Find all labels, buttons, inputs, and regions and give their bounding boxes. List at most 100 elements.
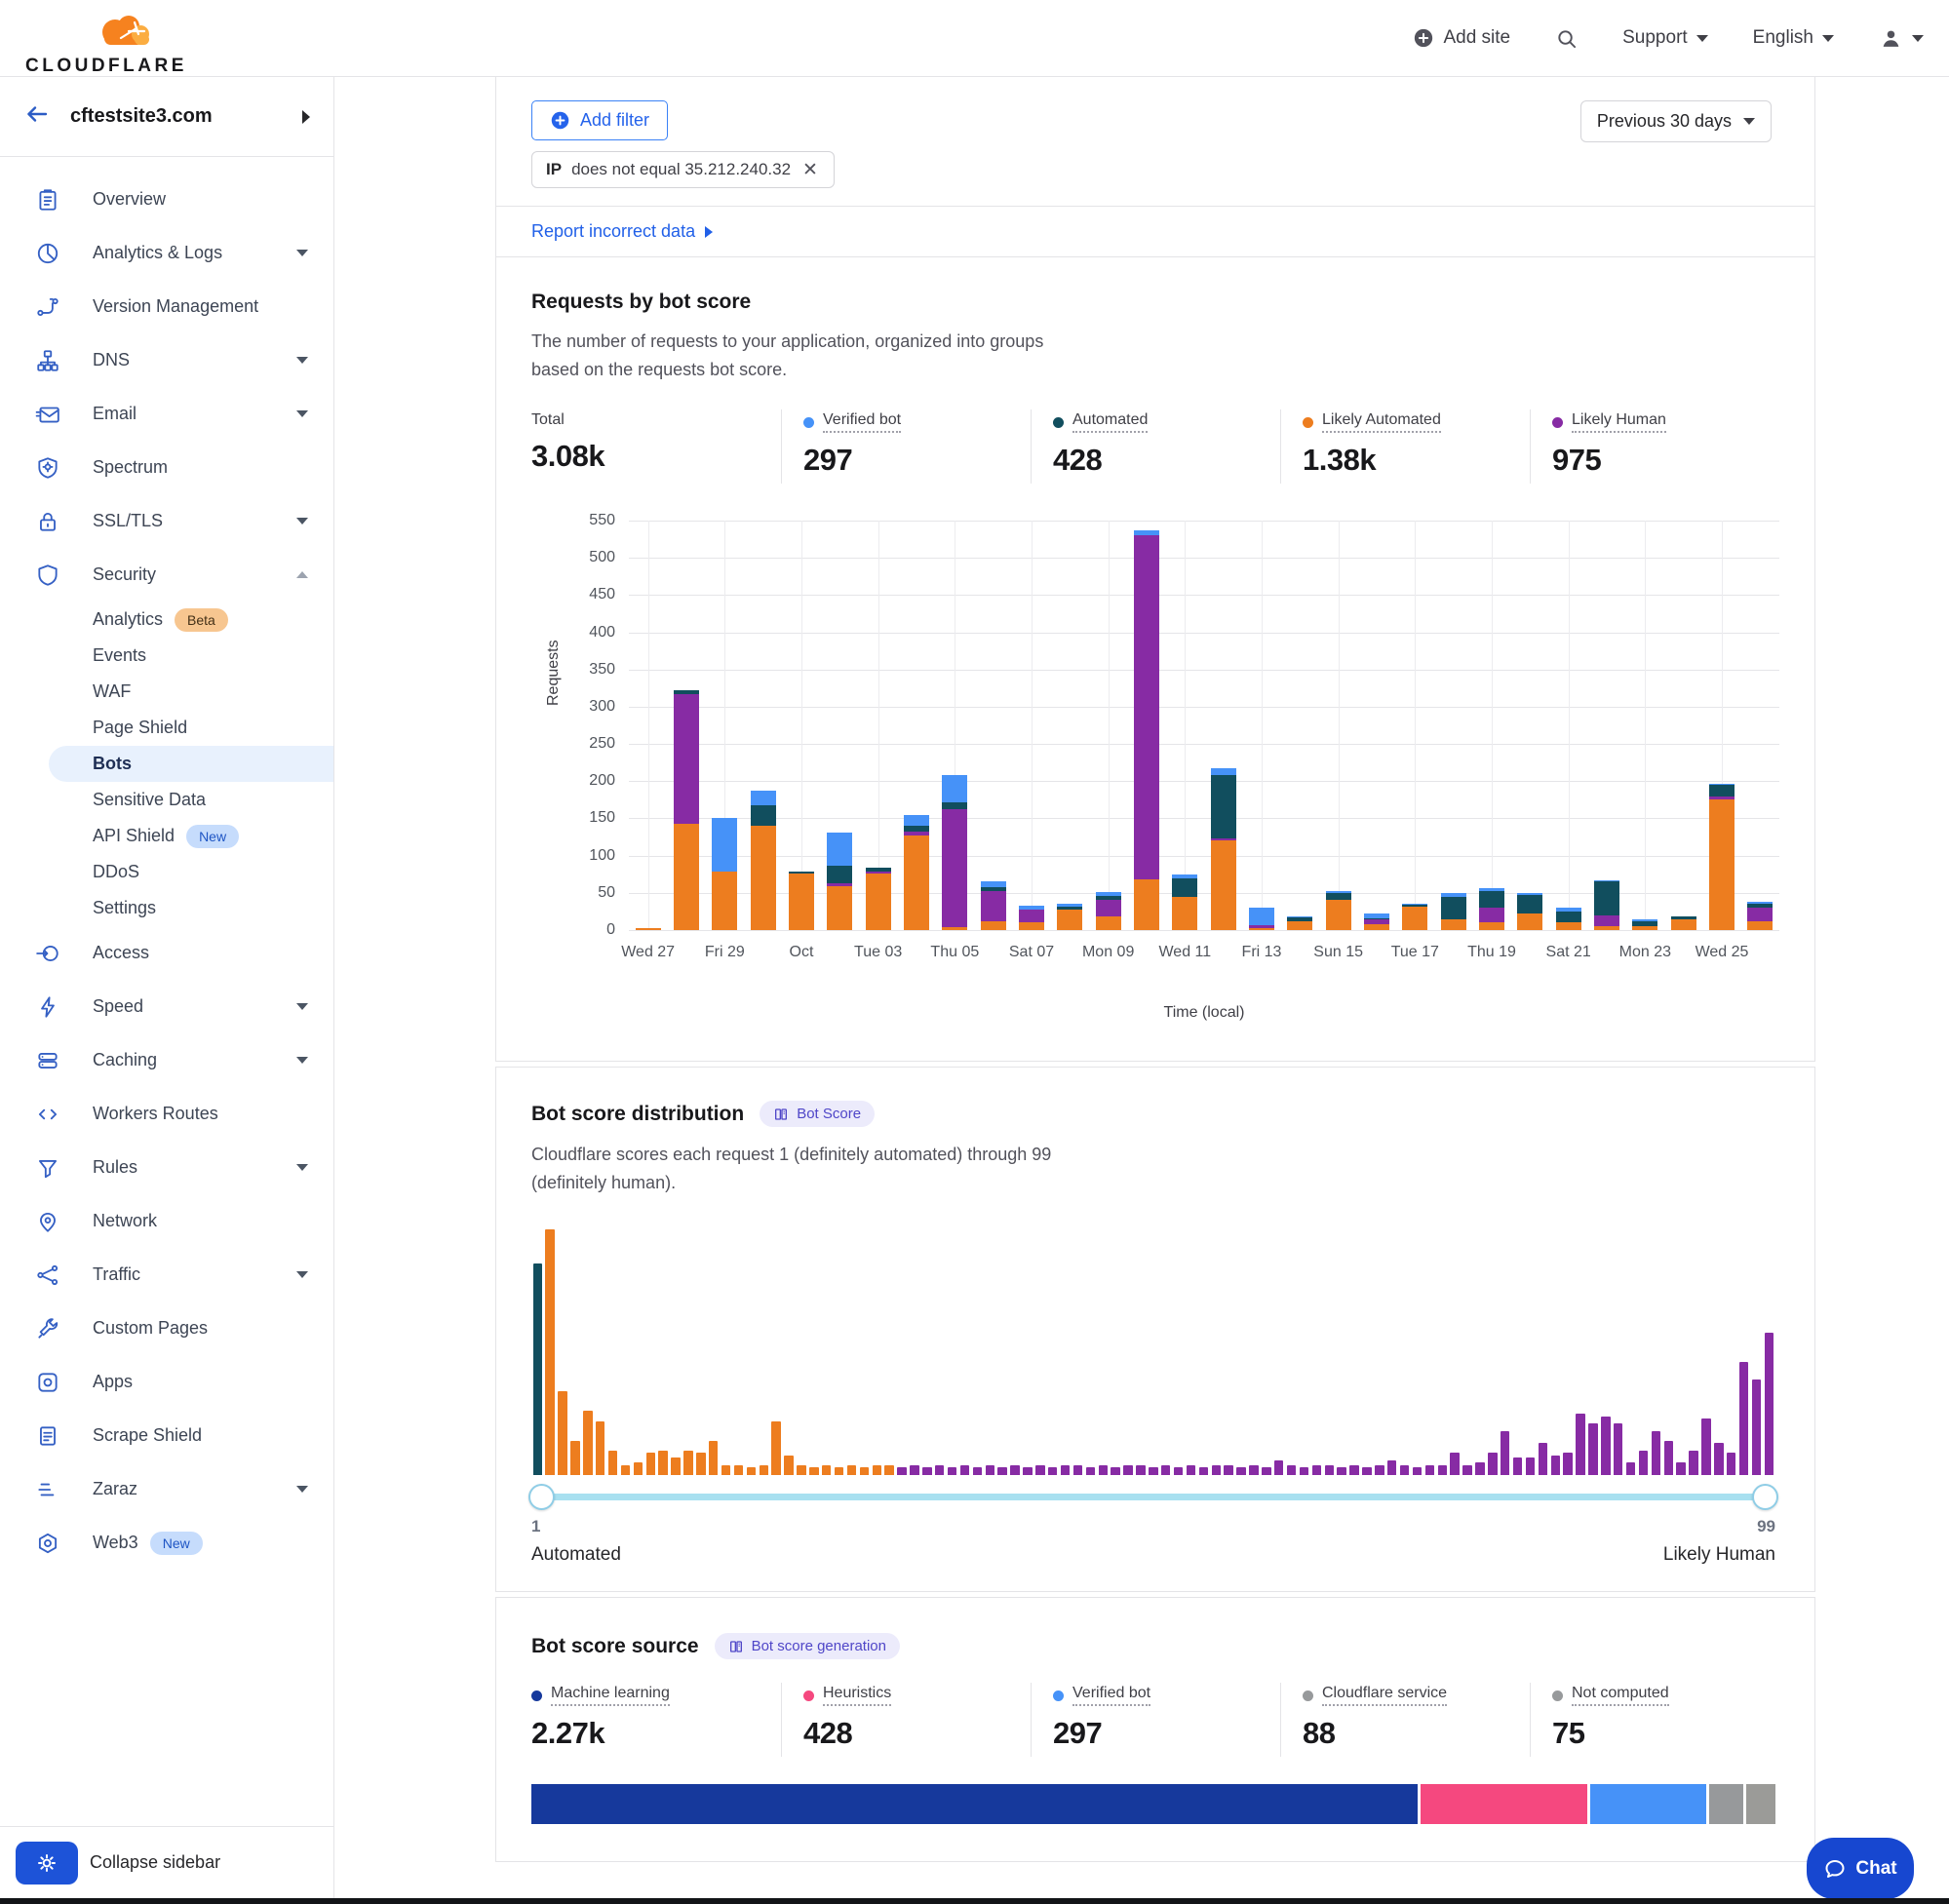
sidebar-item-label: Apps xyxy=(93,1372,133,1392)
document-icon xyxy=(35,1423,60,1449)
account-menu[interactable] xyxy=(1879,26,1924,51)
slider-handle-max[interactable] xyxy=(1752,1484,1778,1510)
bar-thu-05 xyxy=(942,775,967,930)
bot-score-badge[interactable]: Bot Score xyxy=(760,1101,875,1127)
report-incorrect-data-link[interactable]: Report incorrect data xyxy=(531,221,713,242)
search-button[interactable] xyxy=(1555,27,1578,50)
bar-segment-automated xyxy=(1556,912,1581,922)
sidebar-item-custom-pages[interactable]: Custom Pages xyxy=(0,1302,333,1355)
section-title: Bot score source xyxy=(531,1635,699,1658)
bar-segment-likely-human xyxy=(981,891,1006,921)
sidebar-item-label: Rules xyxy=(93,1157,137,1178)
gridline xyxy=(1185,521,1186,930)
y-tick-label: 500 xyxy=(589,549,615,566)
site-name[interactable]: cftestsite3.com xyxy=(70,105,213,128)
sidebar-item-web3[interactable]: Web3New xyxy=(0,1516,333,1570)
sidebar-item-email[interactable]: Email xyxy=(0,387,333,441)
chevron-down-icon xyxy=(296,1003,308,1010)
add-filter-button[interactable]: Add filter xyxy=(531,100,668,140)
sidebar-item-security[interactable]: Security xyxy=(0,548,333,602)
sidebar-item-rules[interactable]: Rules xyxy=(0,1141,333,1194)
sidebar-item-events[interactable]: Events xyxy=(0,638,333,674)
sidebar-item-bots[interactable]: Bots xyxy=(49,746,333,782)
sidebar-item-label: Events xyxy=(93,645,146,666)
sidebar-item-ddos[interactable]: DDoS xyxy=(0,854,333,890)
sidebar-item-zaraz[interactable]: Zaraz xyxy=(0,1462,333,1516)
sidebar-item-traffic[interactable]: Traffic xyxy=(0,1248,333,1302)
sidebar-item-workers-routes[interactable]: Workers Routes xyxy=(0,1087,333,1141)
hist-bar-score-46 xyxy=(1099,1465,1109,1475)
bar-segment-likely-automated xyxy=(751,826,776,930)
hist-bar-score-47 xyxy=(1111,1467,1120,1475)
add-site-button[interactable]: Add site xyxy=(1413,27,1510,49)
sidebar-item-waf[interactable]: WAF xyxy=(0,674,333,710)
sidebar-item-analytics[interactable]: AnalyticsBeta xyxy=(0,602,333,638)
bar-segment-likely-human xyxy=(1019,910,1044,922)
sidebar-item-analytics-logs[interactable]: Analytics & Logs xyxy=(0,226,333,280)
x-tick-label: Sat 07 xyxy=(1009,944,1054,961)
sidebar-item-access[interactable]: Access xyxy=(0,926,333,980)
filter-condition: does not equal 35.212.240.32 xyxy=(571,160,791,179)
cloudflare-logo[interactable]: CLOUDFLARE xyxy=(25,3,172,73)
chevron-down-icon xyxy=(296,250,308,256)
bar-segment-likely-human xyxy=(1096,900,1121,916)
date-range-dropdown[interactable]: Previous 30 days xyxy=(1580,100,1772,142)
chat-button[interactable]: Chat xyxy=(1807,1838,1914,1899)
bar-fri-20 xyxy=(1517,893,1542,930)
bar-fri-29 xyxy=(712,818,737,930)
x-tick-label: Fri 13 xyxy=(1242,944,1282,961)
hist-bar-score-74 xyxy=(1450,1453,1460,1475)
back-arrow-icon[interactable] xyxy=(23,102,51,131)
bot-score-generation-badge[interactable]: Bot score generation xyxy=(715,1633,900,1659)
bar-segment-likely-automated xyxy=(1709,799,1735,930)
sidebar-item-version-management[interactable]: Version Management xyxy=(0,280,333,333)
stat-total: Total3.08k xyxy=(531,409,781,484)
bar-segment-likely-automated xyxy=(1287,921,1312,930)
distribution-card: Bot score distribution Bot Score Cloudfl… xyxy=(495,1067,1815,1592)
language-menu[interactable]: English xyxy=(1753,27,1834,49)
chevron-right-icon[interactable] xyxy=(302,110,310,124)
hist-bar-score-71 xyxy=(1413,1467,1423,1475)
x-tick-label: Wed 11 xyxy=(1158,944,1211,961)
slider-handle-min[interactable] xyxy=(528,1484,555,1510)
bar-segment-likely-automated xyxy=(1134,879,1159,930)
sidebar-item-spectrum[interactable]: Spectrum xyxy=(0,441,333,494)
sidebar-item-ssl-tls[interactable]: SSL/TLS xyxy=(0,494,333,548)
stat-likely-human: Likely Human975 xyxy=(1530,409,1779,484)
sidebar-item-label: Access xyxy=(93,943,149,963)
sidebar-item-page-shield[interactable]: Page Shield xyxy=(0,710,333,746)
hist-bar-score-32 xyxy=(922,1467,932,1475)
sidebar-item-label: Analytics xyxy=(93,609,163,630)
legend-dot xyxy=(1053,1690,1064,1701)
slider-track[interactable] xyxy=(535,1494,1772,1500)
sidebar-item-scrape-shield[interactable]: Scrape Shield xyxy=(0,1409,333,1462)
sidebar-item-label: Email xyxy=(93,404,136,424)
section-description: The number of requests to your applicati… xyxy=(531,328,1068,384)
sidebar-item-settings[interactable]: Settings xyxy=(0,890,333,926)
section-title: Bot score distribution xyxy=(531,1103,744,1126)
sidebar-item-label: SSL/TLS xyxy=(93,511,163,531)
top-nav-menu: Add site Support English xyxy=(1413,26,1924,51)
stat-label: Machine learning xyxy=(551,1685,670,1706)
y-tick-label: 550 xyxy=(589,512,615,529)
sidebar-item-overview[interactable]: Overview xyxy=(0,173,333,226)
hist-bar-score-27 xyxy=(860,1467,870,1475)
hist-bar-score-39 xyxy=(1010,1465,1020,1475)
remove-filter-icon[interactable]: ✕ xyxy=(800,161,820,179)
sidebar-item-apps[interactable]: Apps xyxy=(0,1355,333,1409)
app-square-icon xyxy=(35,1370,60,1395)
sidebar-item-caching[interactable]: Caching xyxy=(0,1033,333,1087)
sidebar-item-dns[interactable]: DNS xyxy=(0,333,333,387)
settings-gear-button[interactable] xyxy=(16,1842,78,1885)
stat-automated: Automated428 xyxy=(1031,409,1280,484)
gridline xyxy=(1262,521,1263,930)
sidebar-item-sensitive-data[interactable]: Sensitive Data xyxy=(0,782,333,818)
hist-bar-score-50 xyxy=(1149,1467,1158,1475)
sidebar-item-network[interactable]: Network xyxy=(0,1194,333,1248)
support-menu[interactable]: Support xyxy=(1622,27,1708,49)
filter-chip[interactable]: IP does not equal 35.212.240.32 ✕ xyxy=(531,151,835,188)
sidebar-item-api-shield[interactable]: API ShieldNew xyxy=(0,818,333,854)
gridline xyxy=(629,930,1779,931)
sidebar-item-speed[interactable]: Speed xyxy=(0,980,333,1033)
collapse-sidebar-label[interactable]: Collapse sidebar xyxy=(90,1852,220,1873)
